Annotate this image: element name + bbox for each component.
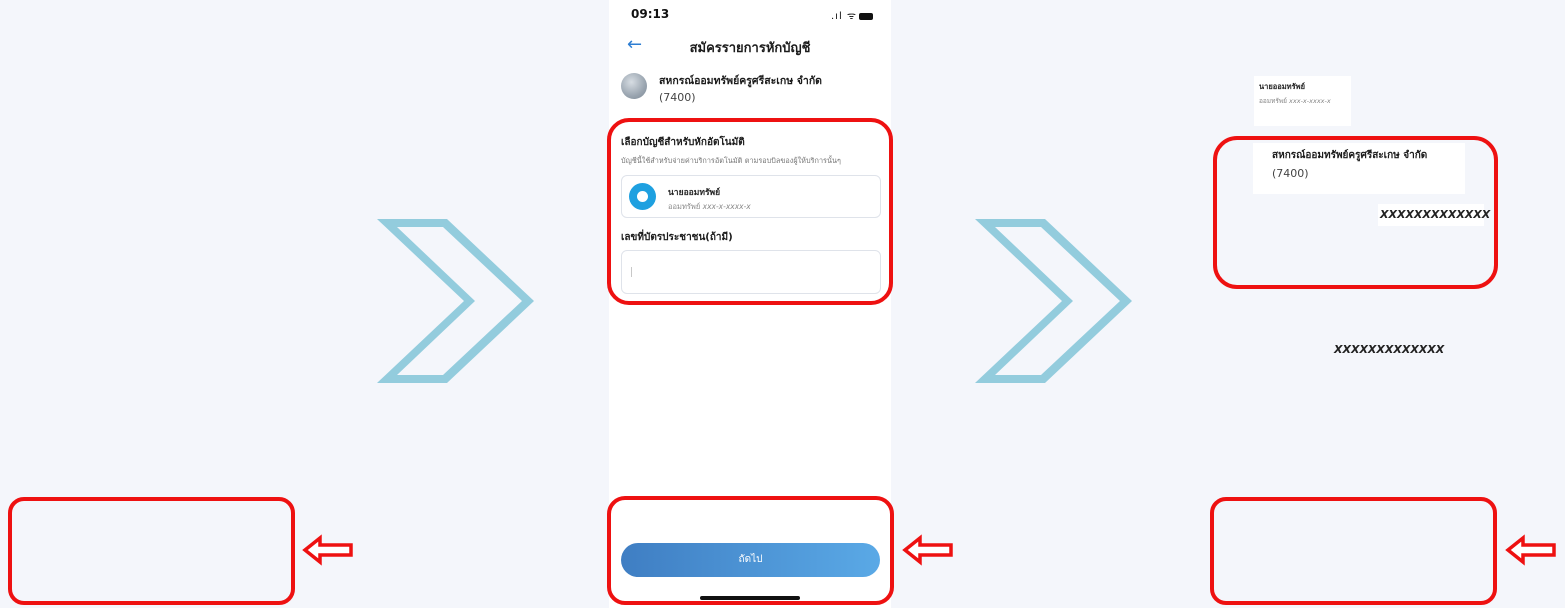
result-account-number-line: ออมทรัพย์ xxx-x-xxxx-x [1259, 96, 1331, 106]
signal-icon: .ıl ᯤ [831, 11, 858, 22]
result-account-number: xxx-x-xxxx-x [1289, 97, 1331, 105]
cooperative-name: สหกรณ์ออมทรัพย์ครูศรีสะเกษ จำกัด [659, 75, 823, 87]
left-arrow-icon [1505, 534, 1556, 566]
form-highlight [607, 118, 893, 305]
status-icons: .ıl ᯤ [831, 8, 874, 22]
result-account-name: นายออมทรัพย์ [1259, 82, 1305, 91]
right-button-highlight [1210, 497, 1497, 605]
cooperative-logo [621, 73, 647, 99]
left-arrow-icon [302, 534, 353, 566]
masked-id-2: XXXXXXXXXXXXX [1334, 343, 1445, 356]
chevron-right-icon [377, 219, 534, 383]
left-button-highlight [8, 497, 295, 605]
page-title: สมัครรายการหักบัญชี [689, 41, 811, 56]
left-arrow-icon [902, 534, 953, 566]
next-button-highlight [607, 496, 894, 605]
cooperative-code: (7400) [659, 91, 696, 104]
chevron-right-icon [975, 219, 1132, 383]
result-highlight [1213, 136, 1498, 289]
result-account-card: นายออมทรัพย์ ออมทรัพย์ xxx-x-xxxx-x [1254, 76, 1351, 126]
battery-icon [859, 12, 874, 20]
status-time: 09:13 [631, 7, 670, 21]
result-account-type: ออมทรัพย์ [1259, 97, 1287, 105]
